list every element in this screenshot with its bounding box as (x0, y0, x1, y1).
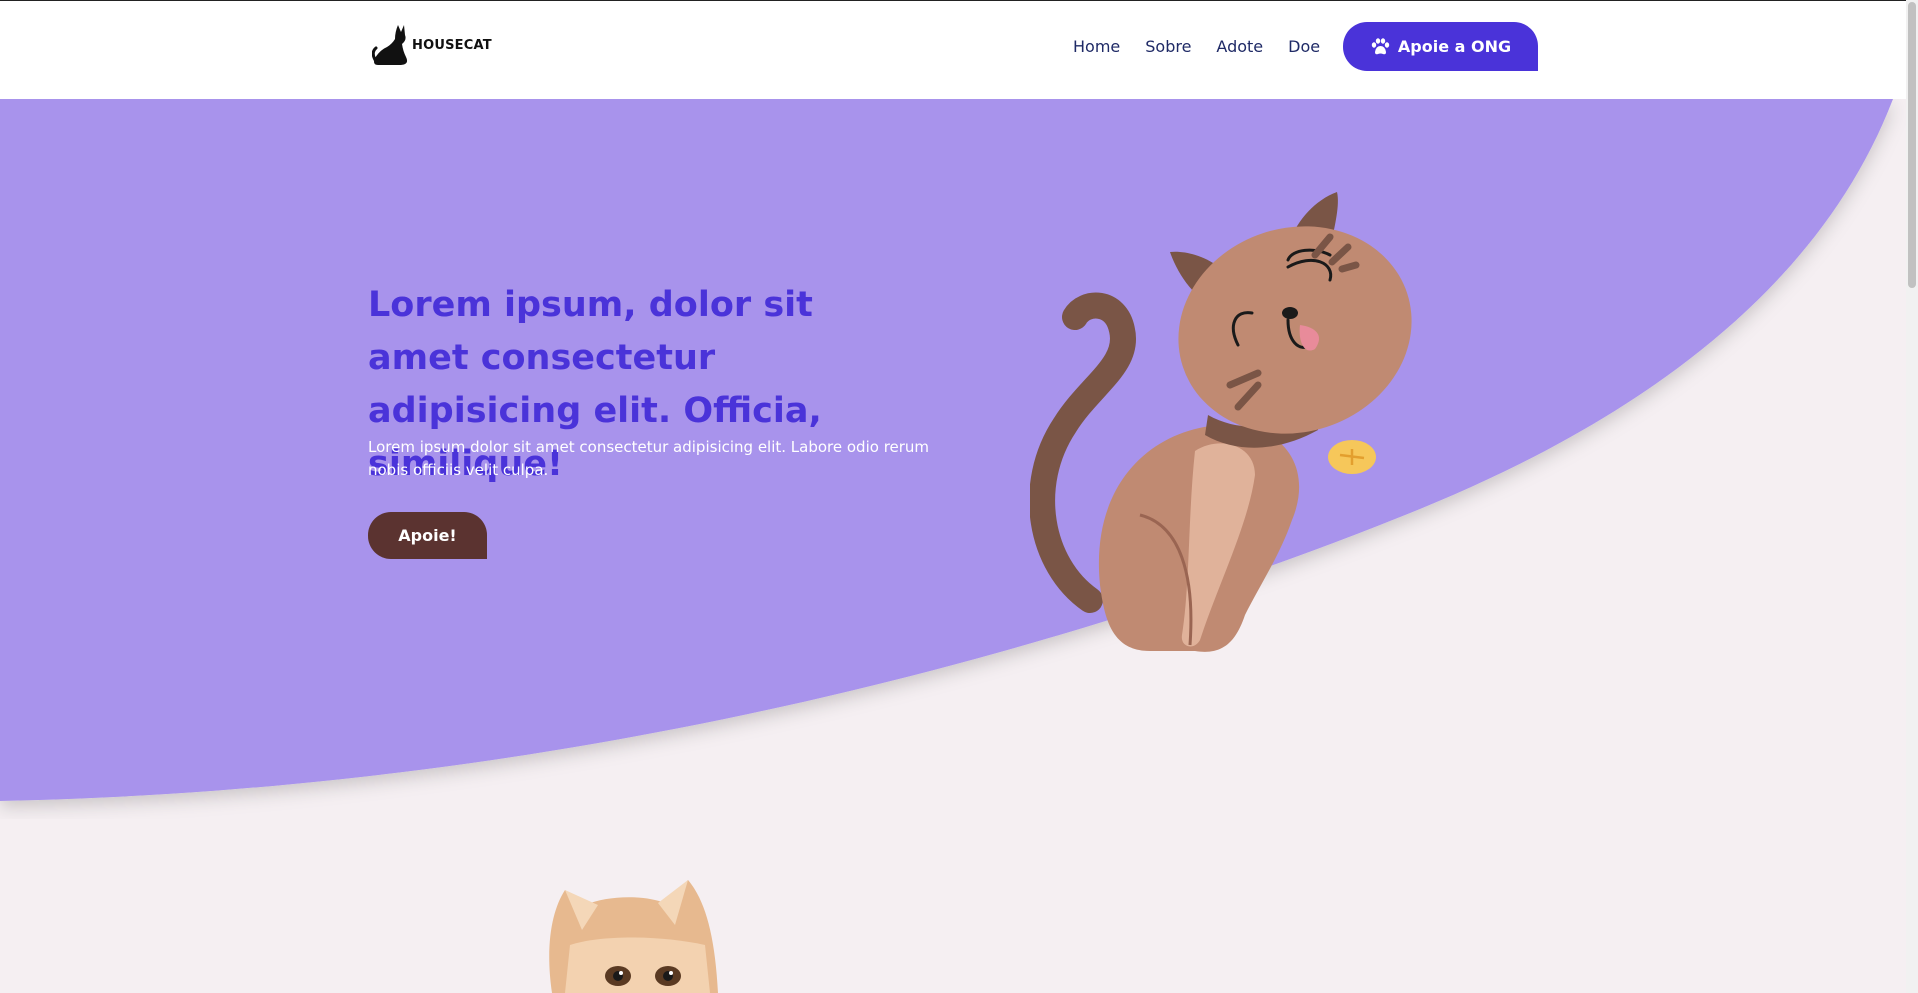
navbar: HOUSECAT Home Sobre Adote Doe Apoie a ON… (0, 0, 1906, 99)
main-nav: Home Sobre Adote Doe (1073, 37, 1345, 56)
page-scrollbar[interactable] (1906, 0, 1918, 993)
logo[interactable]: HOUSECAT (372, 23, 492, 67)
apoie-ong-label: Apoie a ONG (1397, 37, 1512, 56)
nav-link-adote[interactable]: Adote (1216, 37, 1263, 56)
cat-illustration (1030, 192, 1412, 652)
nav-link-sobre[interactable]: Sobre (1145, 37, 1191, 56)
hero-background (0, 99, 1893, 801)
scrollbar-thumb[interactable] (1908, 2, 1916, 288)
paw-icon (1371, 37, 1390, 54)
cat-logo-icon (372, 25, 408, 65)
apoie-ong-button[interactable]: Apoie a ONG (1343, 22, 1538, 71)
logo-text: HOUSECAT (412, 37, 492, 53)
apoie-button[interactable]: Apoie! (368, 512, 487, 559)
hero-subtitle: Lorem ipsum dolor sit amet consectetur a… (368, 438, 930, 479)
nav-link-doe[interactable]: Doe (1288, 37, 1320, 56)
nav-link-home[interactable]: Home (1073, 37, 1120, 56)
kitten-photo (549, 880, 718, 993)
